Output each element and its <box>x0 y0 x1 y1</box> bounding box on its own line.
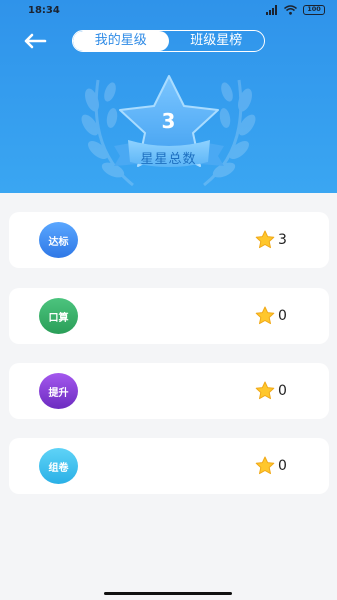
zujuan-count: 0 <box>278 458 287 474</box>
tab-my-stars[interactable]: 我的星级 <box>73 31 169 51</box>
tisheng-badge: 提升 <box>39 373 78 409</box>
tab-class-ranking[interactable]: 班级星榜 <box>169 31 265 51</box>
status-bar: 18:34 100 <box>0 0 337 24</box>
list-item-tisheng[interactable]: 提升 0 <box>9 363 329 419</box>
battery-icon: 100 <box>303 5 325 15</box>
zujuan-badge: 组卷 <box>39 448 78 484</box>
star-icon <box>255 456 275 475</box>
kousuan-badge: 口算 <box>39 298 78 334</box>
status-icons: 100 <box>266 5 325 15</box>
back-arrow-icon <box>24 33 47 49</box>
status-time: 18:34 <box>28 5 60 16</box>
star-icon <box>255 306 275 325</box>
list-item-zujuan[interactable]: 组卷 0 <box>9 438 329 494</box>
back-button[interactable] <box>22 30 48 52</box>
header: 18:34 100 我的星级 班级星榜 3 星星总数 <box>0 0 337 193</box>
star-icon <box>255 381 275 400</box>
total-stars-value: 3 <box>161 109 176 133</box>
home-indicator[interactable] <box>104 592 232 595</box>
tisheng-count: 0 <box>278 383 287 399</box>
dabiao-count: 3 <box>278 232 287 248</box>
signal-icon <box>266 5 278 15</box>
list-item-kousuan[interactable]: 口算 0 <box>9 288 329 344</box>
wifi-icon <box>284 5 297 15</box>
dabiao-badge: 达标 <box>39 222 78 258</box>
list-item-dabiao[interactable]: 达标 3 <box>9 212 329 268</box>
tab-switch: 我的星级 班级星榜 <box>72 30 265 52</box>
star-icon <box>255 230 275 249</box>
kousuan-count: 0 <box>278 308 287 324</box>
total-stars-label: 星星总数 <box>140 152 197 167</box>
